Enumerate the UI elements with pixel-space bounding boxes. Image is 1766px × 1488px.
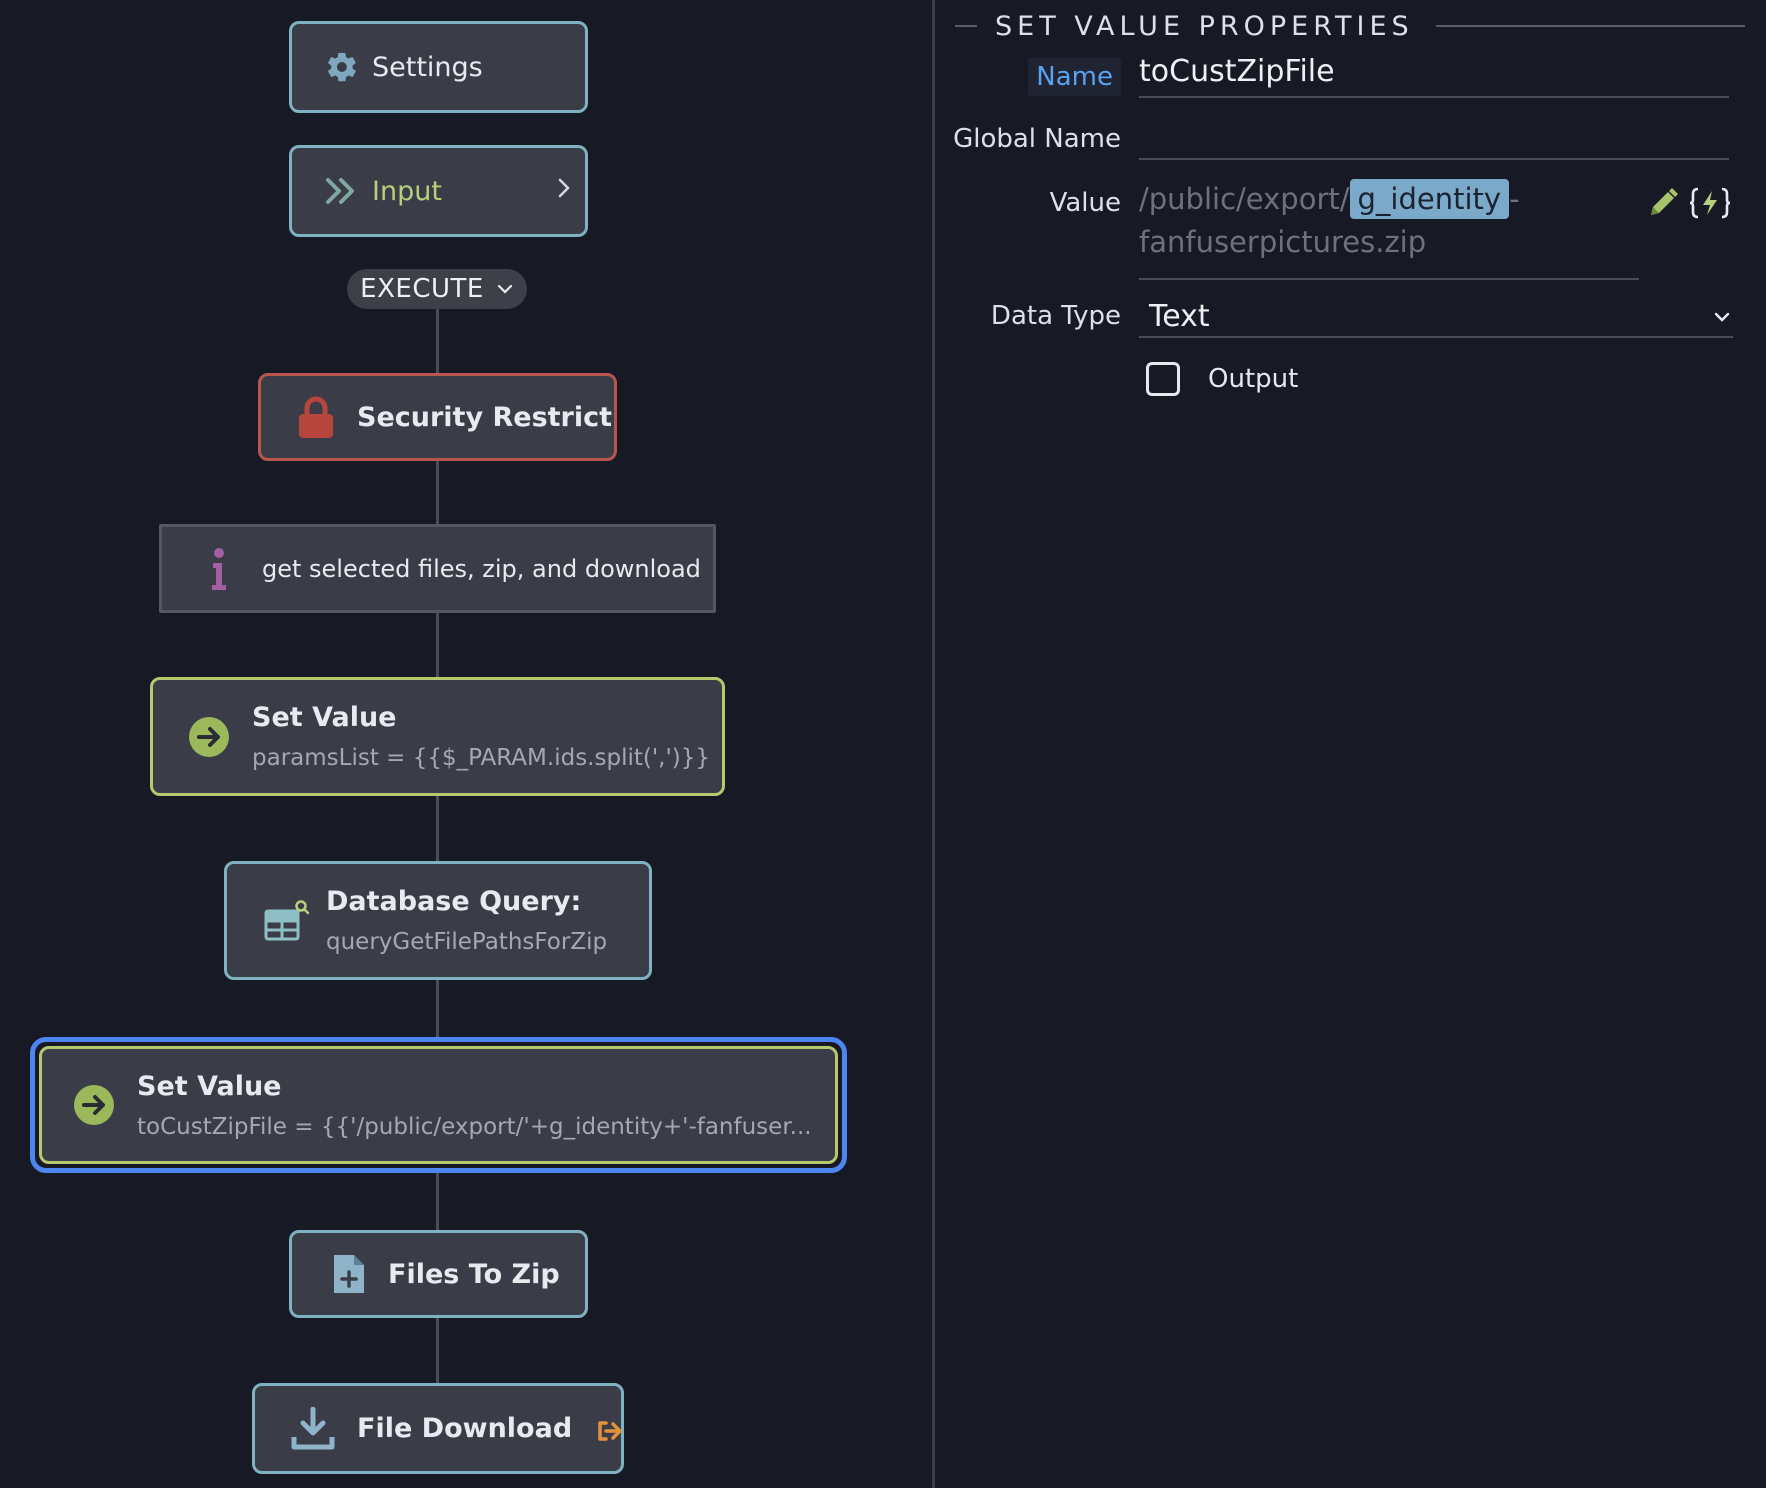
file-plus-icon [332,1252,366,1296]
data-type-select[interactable]: Text [1139,296,1733,338]
flow-canvas: Settings Input EXECUTE Security Restrict… [0,0,932,1488]
variable-token[interactable]: g_identity [1349,179,1510,219]
lock-icon [297,395,335,439]
gear-icon [325,50,359,84]
execute-label: EXECUTE [360,274,484,304]
chevron-right-icon[interactable] [557,176,571,206]
value-label: Value [1049,188,1121,218]
value-field[interactable]: /public/export/g_identity -fanfuserpictur… [1139,178,1639,280]
exit-arrow-icon [596,1419,624,1443]
files-to-zip-node[interactable]: Files To Zip [289,1230,588,1318]
settings-node[interactable]: Settings [289,21,588,113]
output-label: Output [1208,364,1299,394]
set-value-node-zipfile[interactable]: Set Value toCustZipFile = {{'/public/exp… [39,1046,838,1164]
security-restrict-node[interactable]: Security Restrict [258,373,617,461]
output-checkbox[interactable] [1146,362,1180,396]
file-download-node[interactable]: File Download [252,1383,624,1474]
value-prefix: /public/export/ [1139,182,1350,216]
connector [436,980,439,1037]
global-name-label: Global Name [953,124,1121,154]
label-column: Name Global Name Value Data Type [935,0,1121,1488]
comment-text: get selected files, zip, and download [262,554,701,583]
arrow-circle-right-icon [188,716,230,758]
set-value-title: Set Value [137,1070,282,1102]
comment-node[interactable]: get selected files, zip, and download [159,524,716,613]
input-label: Input [372,175,442,207]
table-search-icon [264,899,310,943]
database-query-title: Database Query: [326,886,582,917]
double-chevron-right-icon [325,176,359,206]
pencil-icon[interactable] [1647,187,1679,219]
file-download-label: File Download [357,1413,573,1444]
settings-label: Settings [372,51,483,83]
data-type-label: Data Type [990,301,1121,331]
set-value-node-params[interactable]: Set Value paramsList = {{$_PARAM.ids.spl… [150,677,725,796]
chevron-down-icon [496,279,514,300]
set-value-title: Set Value [252,702,397,733]
set-value-expression: paramsList = {{$_PARAM.ids.split(',')}} [252,745,711,771]
app-window: Settings Input EXECUTE Security Restrict… [0,0,1766,1488]
info-icon [210,547,228,591]
connector [436,309,439,373]
connector [436,1173,439,1230]
braces-bolt-icon[interactable] [1689,186,1731,220]
name-field-value: toCustZipFile [1139,54,1335,89]
set-value-expression: toCustZipFile = {{'/public/export/'+g_id… [137,1113,812,1140]
data-type-value: Text [1149,298,1210,334]
download-icon [291,1406,335,1451]
chevron-down-icon [1713,304,1731,328]
connector [436,613,439,677]
name-field[interactable]: toCustZipFile [1139,54,1729,98]
database-query-node[interactable]: Database Query: queryGetFilePathsForZip [224,861,652,980]
connector [436,461,439,524]
global-name-field[interactable] [1139,118,1729,160]
input-node[interactable]: Input [289,145,588,237]
arrow-circle-right-icon [73,1084,115,1126]
title-rule [1435,25,1745,27]
connector [436,1318,439,1383]
properties-panel: SET VALUE PROPERTIES Name Global Name Va… [935,0,1766,1488]
database-query-name: queryGetFilePathsForZip [326,929,608,955]
files-to-zip-label: Files To Zip [388,1258,560,1290]
execute-dropdown[interactable]: EXECUTE [347,269,527,309]
name-label: Name [1028,58,1121,96]
value-tools [1647,186,1731,220]
connector [436,796,439,861]
selected-node-highlight: Set Value toCustZipFile = {{'/public/exp… [30,1037,847,1173]
output-checkbox-row[interactable]: Output [1146,362,1298,396]
security-restrict-label: Security Restrict [357,401,613,433]
